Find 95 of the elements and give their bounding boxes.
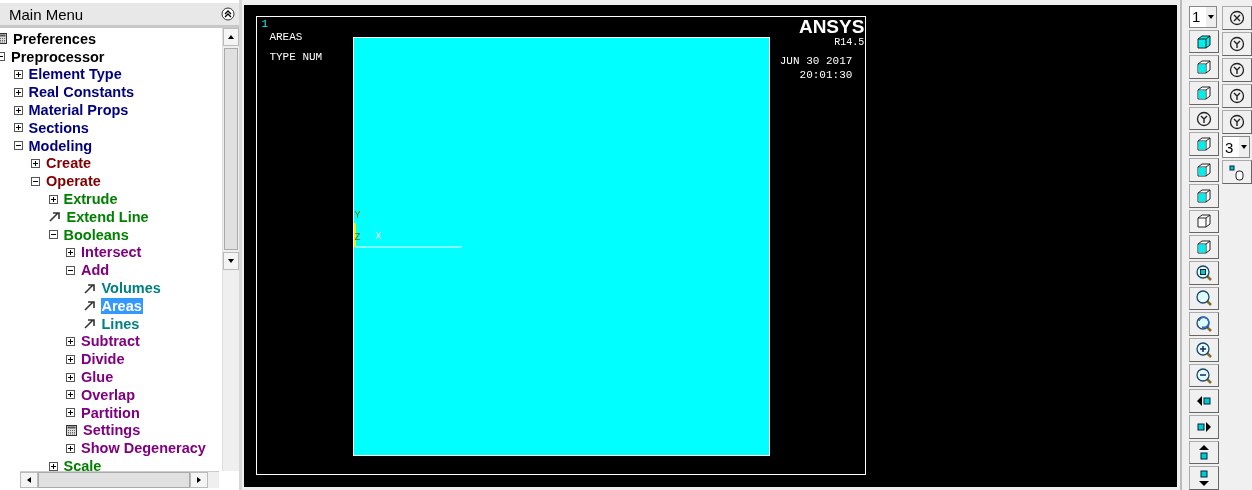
window-number: 1 (261, 18, 268, 30)
menu-item[interactable]: Preferences (12, 30, 98, 47)
view-button[interactable] (1189, 312, 1219, 336)
arrow-icon (83, 300, 96, 312)
rotate-button[interactable] (1222, 6, 1252, 30)
time-label: 20:01:30 (799, 68, 853, 82)
panel-title: Main Menu (9, 5, 84, 23)
magnifier-icon (1195, 315, 1213, 334)
rotate-icon (1228, 35, 1246, 53)
arrow-icon (83, 318, 96, 330)
expand-icon[interactable] (66, 336, 75, 346)
view-button[interactable] (1189, 363, 1219, 388)
menu-item[interactable]: Glue (80, 369, 115, 386)
rotate-button[interactable] (1222, 84, 1252, 108)
view-button[interactable] (1189, 286, 1219, 311)
menu-item[interactable]: Lines (100, 315, 141, 332)
axis-label: X (375, 231, 382, 242)
arrow-icon (83, 282, 96, 294)
expand-icon[interactable] (13, 70, 23, 79)
view-button[interactable] (1189, 389, 1219, 414)
menu-item[interactable]: Booleans (62, 226, 130, 243)
magnifier-icon (1195, 263, 1213, 282)
menu-item[interactable]: Extend Line (65, 208, 150, 225)
magnifier-icon (1195, 366, 1213, 385)
menu-item[interactable]: Scale (62, 458, 103, 471)
arrow-icon (48, 211, 61, 223)
expand-icon[interactable] (31, 158, 40, 168)
collapse-icon[interactable] (13, 141, 23, 151)
expand-icon[interactable] (66, 390, 75, 400)
arrow-icon (228, 258, 235, 264)
magnifier-icon (1195, 289, 1213, 308)
expand-icon[interactable] (48, 194, 58, 204)
plot-label: AREAS (269, 31, 304, 43)
expand-icon[interactable] (66, 354, 75, 364)
menu-item[interactable]: Sections (27, 119, 90, 136)
menu-item[interactable]: Element Type (27, 66, 123, 83)
menu-item[interactable]: Subtract (80, 333, 141, 350)
collapse-icon[interactable] (31, 176, 40, 186)
menu-item[interactable]: Divide (80, 351, 126, 368)
rotate-button[interactable] (1222, 32, 1252, 56)
horizontal-scrollbar[interactable] (20, 471, 220, 488)
arrow-icon (228, 34, 235, 40)
collapse-icon[interactable] (48, 230, 58, 240)
menu-item[interactable]: Modeling (27, 137, 94, 154)
rotate-icon (1228, 61, 1246, 79)
menu-item[interactable]: Real Constants (27, 84, 136, 101)
rotate-icon (1228, 9, 1246, 27)
rotation-dropdown[interactable]: 3 (1222, 136, 1250, 158)
expand-icon[interactable] (66, 443, 75, 453)
menu-item[interactable]: Operate (45, 173, 102, 190)
collapse-icon[interactable] (221, 7, 236, 21)
arrow-icon (1208, 13, 1214, 20)
view-button[interactable] (1189, 337, 1219, 362)
menu-item[interactable]: Overlap (80, 386, 136, 403)
rotate-icon (1228, 113, 1246, 131)
version-label: R14.5 (834, 37, 865, 48)
view-button[interactable] (1189, 260, 1219, 285)
expand-icon[interactable] (66, 408, 75, 418)
menu-item[interactable]: Add (80, 262, 111, 279)
rotate-button[interactable] (1222, 58, 1252, 82)
axis-label: Y (354, 210, 361, 221)
calculator-icon (66, 424, 77, 436)
rotate-icon (1195, 109, 1213, 128)
expand-icon[interactable] (13, 105, 23, 115)
arrow-icon (1241, 144, 1247, 150)
menu-item[interactable]: Material Props (27, 102, 130, 119)
logo-text: ANSYS (798, 17, 865, 37)
arrow-icon (26, 477, 32, 483)
menu-item[interactable]: Create (45, 155, 93, 172)
menu-item[interactable]: Extrude (62, 191, 119, 208)
plot-label: TYPE NUM (269, 51, 323, 63)
view-button[interactable] (1189, 415, 1219, 439)
expand-icon[interactable] (66, 372, 75, 382)
menu-item[interactable]: Settings (82, 422, 142, 439)
view-button[interactable] (1189, 440, 1219, 465)
expand-icon[interactable] (66, 247, 75, 257)
date-label: JUN 30 2017 (779, 54, 853, 68)
rotate-button[interactable] (1222, 110, 1252, 134)
view-button[interactable] (1189, 466, 1219, 490)
menu-item[interactable]: Intersect (80, 244, 143, 261)
arrow-icon (196, 477, 202, 483)
view-button[interactable] (1189, 106, 1219, 131)
menu-item[interactable]: Volumes (100, 280, 162, 297)
collapse-icon[interactable] (66, 265, 75, 275)
rotate-icon (1228, 87, 1246, 105)
vertical-scrollbar[interactable] (222, 28, 240, 471)
expand-icon[interactable] (13, 87, 23, 97)
axis-label: Z (354, 232, 361, 243)
window-dropdown[interactable]: 1 (1189, 6, 1217, 28)
magnifier-icon (1195, 340, 1213, 359)
menu-item[interactable]: Preprocessor (10, 48, 106, 65)
menu-item[interactable]: Partition (80, 404, 141, 421)
menu-item[interactable]: Show Degeneracy (80, 440, 207, 457)
expand-icon[interactable] (48, 461, 58, 471)
expand-icon[interactable] (13, 123, 23, 133)
